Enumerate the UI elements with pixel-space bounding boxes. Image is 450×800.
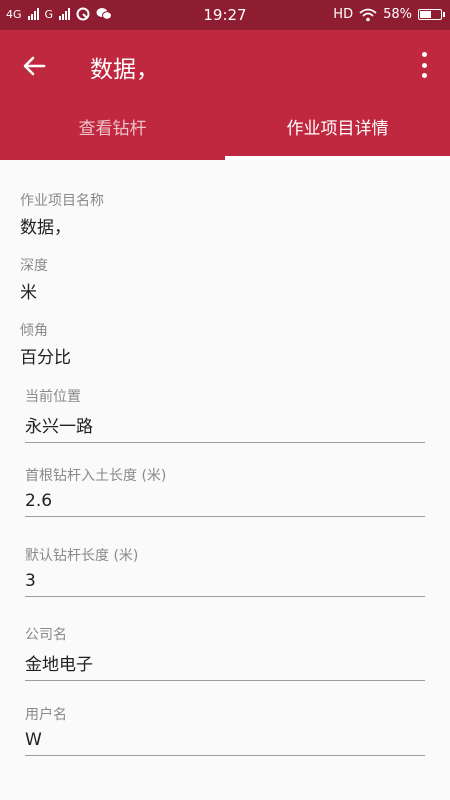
page-title: 数据， xyxy=(90,57,159,83)
company-name-input[interactable]: 金地电子 xyxy=(25,650,425,681)
default-rod-length-field: 默认钻杆长度 (米) 3 xyxy=(25,545,425,597)
battery-icon xyxy=(418,9,445,20)
tab-project-details[interactable]: 作业项目详情 xyxy=(225,100,450,160)
depth-value: 米 xyxy=(20,283,37,303)
default-rod-length-label: 默认钻杆长度 (米) xyxy=(25,548,139,564)
depth-field: 深度 米 xyxy=(20,255,48,303)
depth-label: 深度 xyxy=(20,258,48,274)
location-field: 当前位置 永兴一路 xyxy=(25,386,425,443)
first-rod-length-label: 首根钻杆入土长度 (米) xyxy=(25,468,167,484)
inclination-label: 倾角 xyxy=(20,323,48,339)
project-name-field: 作业项目名称 数据， xyxy=(20,190,104,238)
username-field: 用户名 W xyxy=(25,704,425,756)
company-name-label: 公司名 xyxy=(25,627,67,643)
arrow-back-icon xyxy=(23,56,46,76)
company-name-field: 公司名 金地电子 xyxy=(25,624,425,681)
more-options-button[interactable] xyxy=(418,52,430,78)
username-label: 用户名 xyxy=(25,707,67,723)
project-name-value: 数据， xyxy=(20,218,71,238)
battery-percent: 58% xyxy=(383,7,412,22)
location-input[interactable]: 永兴一路 xyxy=(25,412,425,443)
tab-view-drill-rods[interactable]: 查看钻杆 xyxy=(0,100,225,160)
app-bar: 数据， xyxy=(0,30,450,100)
inclination-field: 倾角 百分比 xyxy=(20,320,71,368)
inclination-value: 百分比 xyxy=(20,348,71,368)
default-rod-length-input[interactable]: 3 xyxy=(25,571,425,597)
username-input[interactable]: W xyxy=(25,730,425,756)
wifi-icon xyxy=(359,8,377,21)
status-right: HD 58% xyxy=(333,7,445,22)
tab-bar: 查看钻杆 作业项目详情 xyxy=(0,100,450,160)
location-label: 当前位置 xyxy=(25,389,81,405)
back-button[interactable] xyxy=(18,50,50,82)
first-rod-length-field: 首根钻杆入土长度 (米) 2.6 xyxy=(25,465,425,517)
more-vert-icon xyxy=(421,52,427,57)
first-rod-length-input[interactable]: 2.6 xyxy=(25,491,425,517)
status-bar: 4G G 19:27 HD 58% xyxy=(0,0,450,30)
hd-label: HD xyxy=(333,7,354,22)
project-name-label: 作业项目名称 xyxy=(20,193,104,209)
